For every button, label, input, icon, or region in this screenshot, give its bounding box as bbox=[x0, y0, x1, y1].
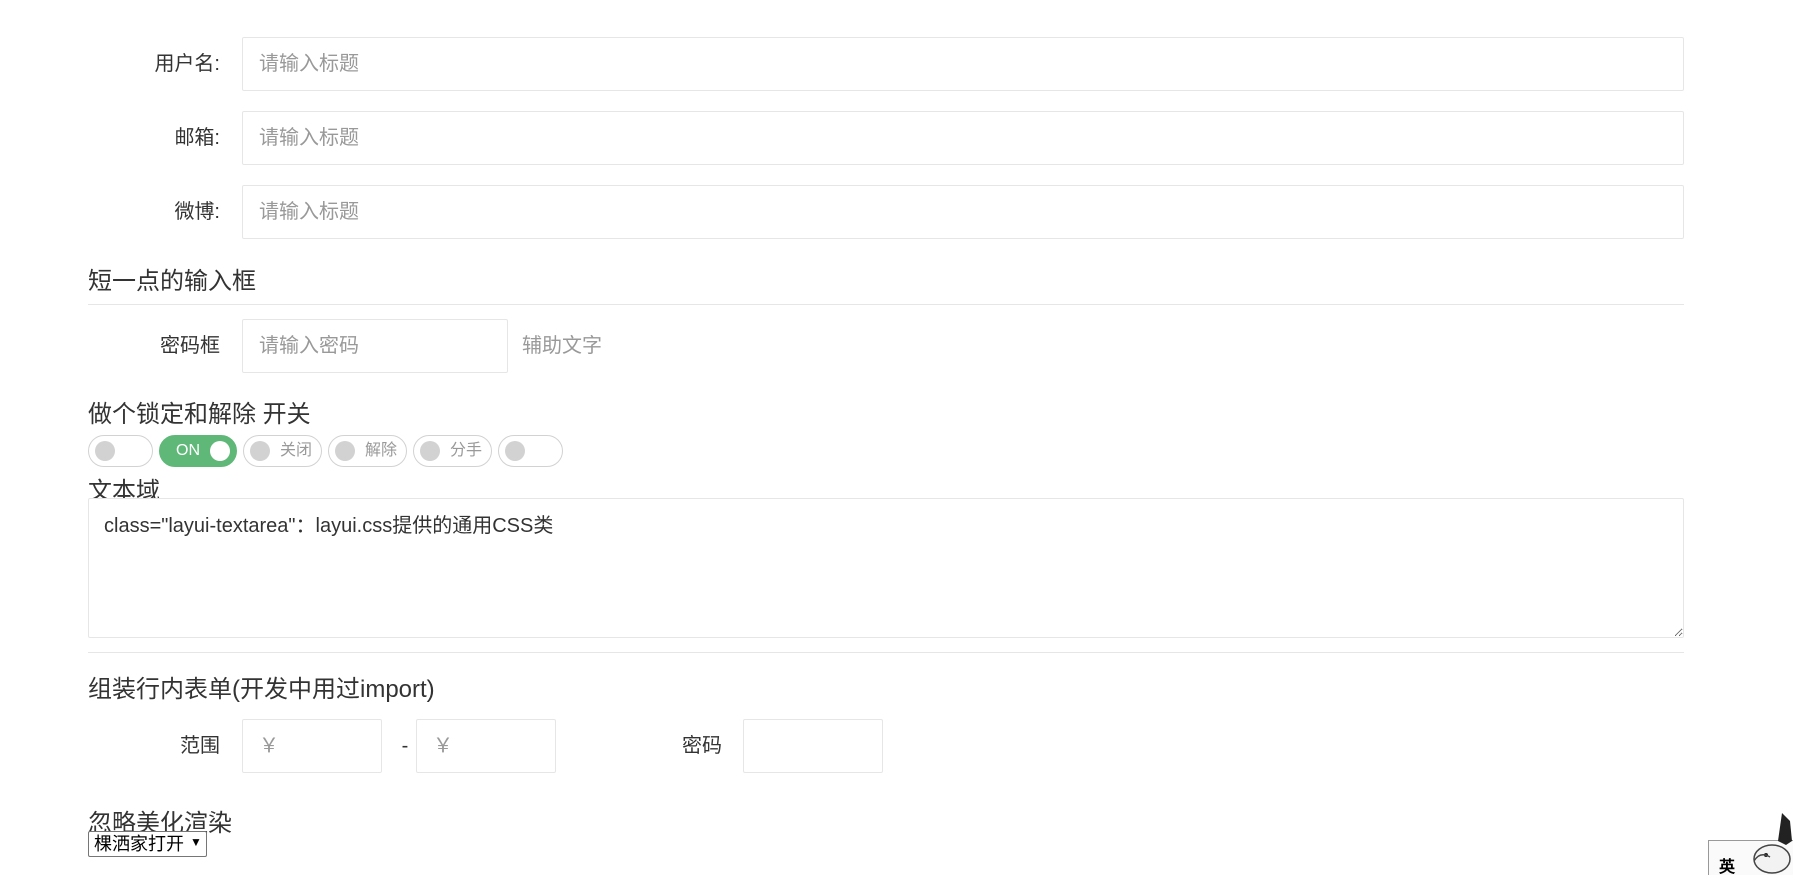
password-aux-text: 辅助文字 bbox=[522, 335, 602, 357]
inline-password-label: 密码 bbox=[682, 735, 722, 757]
section-divider bbox=[88, 652, 1684, 653]
switch-knob bbox=[505, 441, 525, 461]
email-row: 邮箱: bbox=[88, 111, 1684, 165]
email-label: 邮箱: bbox=[174, 127, 220, 149]
range-min-input[interactable] bbox=[242, 719, 382, 773]
switch-text: 解除 bbox=[365, 442, 398, 459]
inline-form-section-title: 组装行内表单(开发中用过import) bbox=[88, 676, 435, 703]
password-input[interactable] bbox=[242, 319, 508, 373]
ime-widget[interactable]: 英 bbox=[1708, 813, 1793, 876]
password-label: 密码框 bbox=[160, 335, 220, 357]
mascot-icon bbox=[1753, 813, 1792, 874]
username-label: 用户名: bbox=[154, 53, 220, 75]
switch-text: 关闭 bbox=[280, 442, 313, 459]
switch-text: 分手 bbox=[450, 442, 483, 459]
select-value: 棵洒家打开 bbox=[94, 834, 184, 854]
ime-label: 英 bbox=[1719, 859, 1736, 876]
dropdown-arrow-icon: ▼ bbox=[190, 835, 202, 849]
weibo-label: 微博: bbox=[174, 201, 220, 223]
email-input[interactable] bbox=[242, 111, 1684, 165]
weibo-input[interactable] bbox=[242, 185, 1684, 239]
weibo-row: 微博: bbox=[88, 185, 1684, 239]
username-row: 用户名: bbox=[88, 37, 1684, 91]
switch-section-title: 做个锁定和解除 开关 bbox=[88, 401, 311, 428]
switch-knob bbox=[95, 441, 115, 461]
switch-knob bbox=[335, 441, 355, 461]
username-input[interactable] bbox=[242, 37, 1684, 91]
switch-knob bbox=[250, 441, 270, 461]
range-max-input[interactable] bbox=[416, 719, 556, 773]
switch-toggle-unlock[interactable]: 解除 bbox=[328, 435, 407, 467]
range-separator: - bbox=[401, 735, 409, 757]
range-label: 范围 bbox=[180, 735, 220, 757]
switch-knob bbox=[420, 441, 440, 461]
switch-toggle-close[interactable]: 关闭 bbox=[243, 435, 322, 467]
native-select[interactable]: 棵洒家打开 ▼ bbox=[88, 831, 207, 857]
textarea-input[interactable] bbox=[88, 498, 1684, 638]
switch-toggle-on[interactable]: ON bbox=[159, 435, 237, 467]
switch-toggle-breakup[interactable]: 分手 bbox=[413, 435, 492, 467]
section-divider bbox=[88, 304, 1684, 305]
password-row: 密码框 辅助文字 bbox=[88, 319, 1684, 373]
short-input-section-title: 短一点的输入框 bbox=[88, 268, 256, 295]
switch-toggle-6[interactable] bbox=[498, 435, 563, 467]
switch-toggle-1[interactable] bbox=[88, 435, 153, 467]
inline-password-input[interactable] bbox=[743, 719, 883, 773]
inline-form-row: 范围 - 密码 bbox=[88, 719, 1684, 773]
switch-knob bbox=[210, 441, 230, 461]
switch-text: ON bbox=[176, 442, 200, 459]
